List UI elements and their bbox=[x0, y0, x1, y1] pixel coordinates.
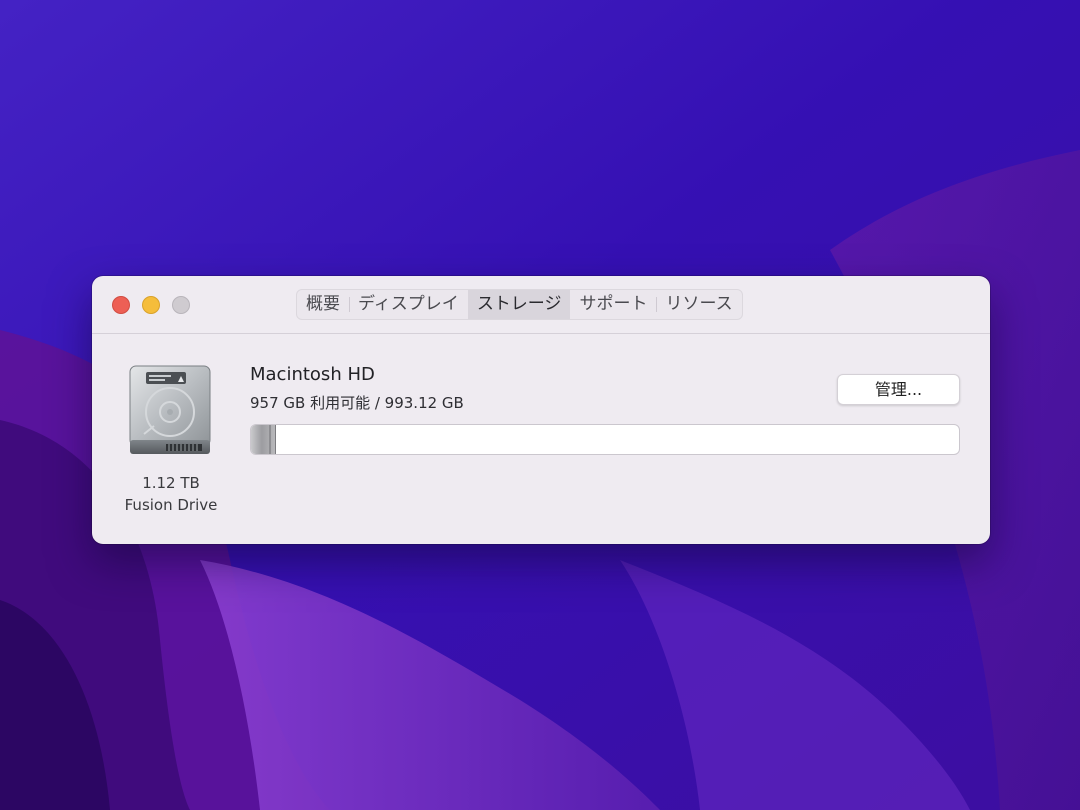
tab-overview[interactable]: 概要 bbox=[297, 290, 349, 319]
tab-support[interactable]: サポート bbox=[570, 290, 656, 319]
storage-usage-bar bbox=[250, 424, 960, 455]
manage-button[interactable]: 管理... bbox=[837, 374, 960, 405]
drive-size-label: 1.12 TB bbox=[142, 474, 200, 492]
storage-used-segment bbox=[251, 425, 277, 454]
close-button[interactable] bbox=[112, 296, 130, 314]
drive-capacity: 1.12 TB Fusion Drive bbox=[106, 472, 236, 516]
volume-name: Macintosh HD bbox=[250, 364, 375, 385]
tab-bar: 概要 ディスプレイ ストレージ サポート リソース bbox=[296, 289, 743, 320]
tab-storage[interactable]: ストレージ bbox=[467, 290, 571, 319]
hard-drive-icon bbox=[129, 365, 211, 454]
volume-usage: 957 GB 利用可能 / 993.12 GB bbox=[250, 394, 464, 412]
zoom-button[interactable] bbox=[172, 296, 190, 314]
tab-resources[interactable]: リソース bbox=[656, 290, 741, 319]
about-this-mac-window: 概要 ディスプレイ ストレージ サポート リソース 1.12 TB Fusion… bbox=[92, 276, 990, 544]
tab-displays[interactable]: ディスプレイ bbox=[349, 290, 468, 319]
drive-type-label: Fusion Drive bbox=[124, 496, 218, 514]
minimize-button[interactable] bbox=[142, 296, 160, 314]
title-bar: 概要 ディスプレイ ストレージ サポート リソース bbox=[92, 276, 990, 334]
